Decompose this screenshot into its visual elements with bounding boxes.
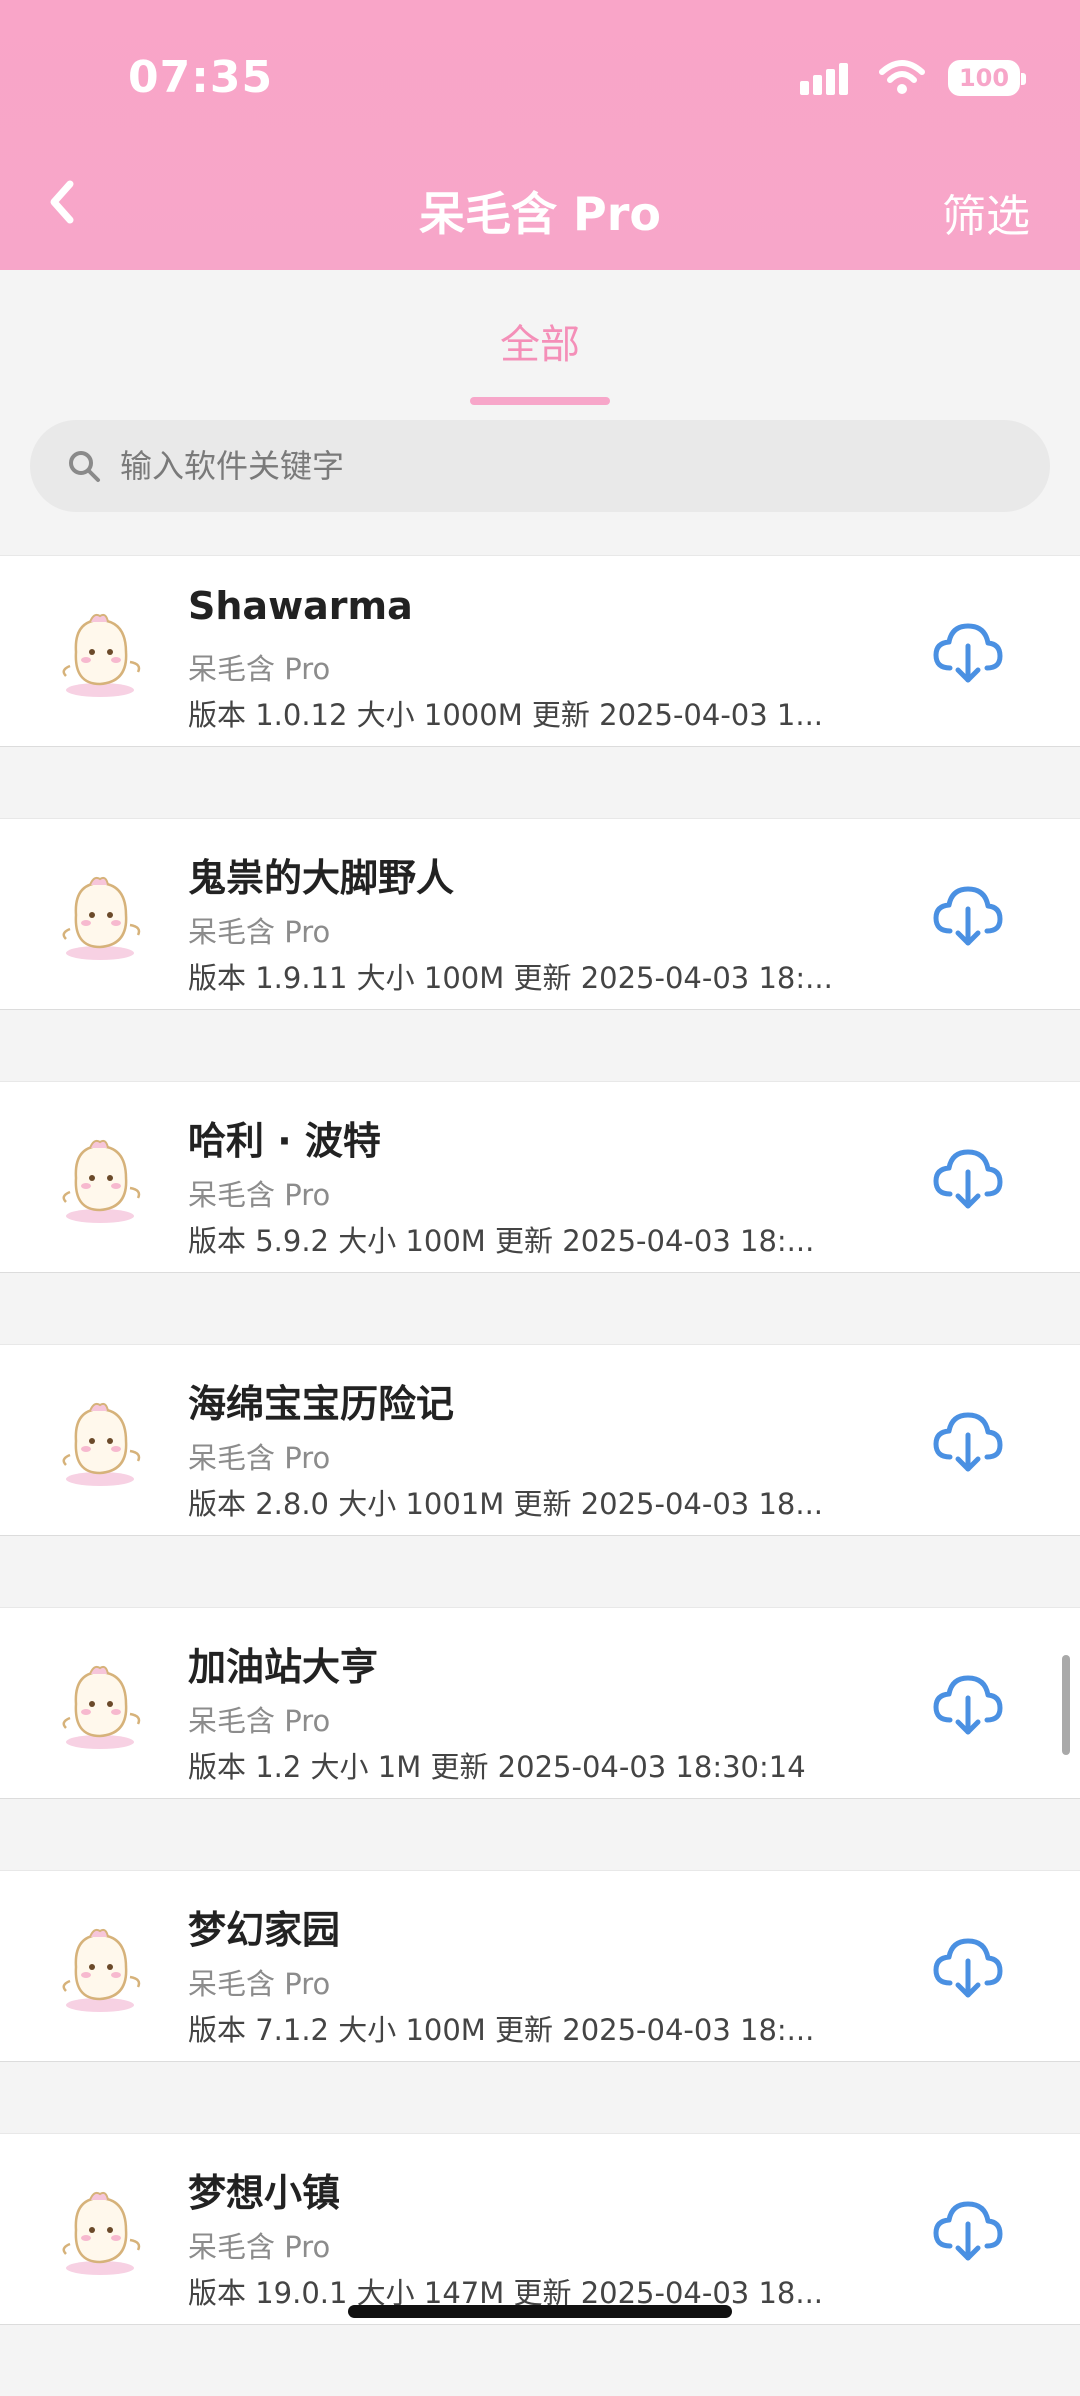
cloud-download-icon[interactable]	[930, 2192, 1006, 2268]
filter-button[interactable]: 筛选	[942, 180, 1030, 244]
page-title: 呆毛含 Pro	[418, 187, 662, 241]
app-mascot-icon	[62, 876, 141, 960]
app-meta: 版本 2.8.0 大小 1001M 更新 2025-04-03 18...	[188, 1487, 824, 1521]
list-item[interactable]: 梦想小镇 呆毛含 Pro 版本 19.0.1 大小 147M 更新 2025-0…	[0, 2133, 1080, 2325]
tab-all[interactable]: 全部	[470, 312, 610, 370]
list-item[interactable]: 加油站大亨 呆毛含 Pro 版本 1.2 大小 1M 更新 2025-04-03…	[0, 1607, 1080, 1799]
app-name: 加油站大亨	[188, 1645, 379, 1689]
cloud-download-icon[interactable]	[930, 614, 1006, 690]
tab-bar: 全部	[0, 270, 1080, 412]
app-meta: 版本 1.9.11 大小 100M 更新 2025-04-03 18:...	[188, 961, 833, 995]
app-name: Shawarma	[188, 584, 413, 628]
app-developer: 呆毛含 Pro	[188, 1178, 331, 1212]
app-mascot-icon	[62, 1139, 141, 1223]
battery-level: 100	[958, 64, 1010, 92]
app-mascot-icon	[62, 2191, 141, 2275]
cloud-download-icon[interactable]	[930, 1929, 1006, 2005]
list-item[interactable]: Shawarma 呆毛含 Pro 版本 1.0.12 大小 1000M 更新 2…	[0, 555, 1080, 747]
app-meta: 版本 1.0.12 大小 1000M 更新 2025-04-03 1...	[188, 698, 824, 732]
app-meta: 版本 7.1.2 大小 100M 更新 2025-04-03 18:...	[188, 2013, 815, 2047]
cloud-download-icon[interactable]	[930, 877, 1006, 953]
app-developer: 呆毛含 Pro	[188, 1967, 331, 2001]
cloud-download-icon[interactable]	[930, 1403, 1006, 1479]
app-developer: 呆毛含 Pro	[188, 2230, 331, 2264]
list-item[interactable]: 鬼祟的大脚野人 呆毛含 Pro 版本 1.9.11 大小 100M 更新 202…	[0, 818, 1080, 1010]
app-mascot-icon	[62, 613, 141, 697]
search-icon	[69, 451, 100, 482]
scrollbar[interactable]	[1062, 1655, 1070, 1755]
app-name: 海绵宝宝历险记	[188, 1382, 455, 1426]
app-name: 哈利 · 波特	[188, 1119, 381, 1163]
home-indicator[interactable]	[348, 2305, 732, 2318]
list-item[interactable]: 哈利 · 波特 呆毛含 Pro 版本 5.9.2 大小 100M 更新 2025…	[0, 1081, 1080, 1273]
cloud-download-icon[interactable]	[930, 1666, 1006, 1742]
app-mascot-icon	[62, 1928, 141, 2012]
status-time: 07:35	[128, 52, 274, 103]
battery-icon: 100	[948, 60, 1026, 96]
app-list: Shawarma 呆毛含 Pro 版本 1.0.12 大小 1000M 更新 2…	[0, 555, 1080, 2396]
status-icons: 100	[800, 56, 1026, 100]
app-header: 07:35 100 呆毛含 Pro 筛选	[0, 0, 1080, 270]
app-name: 梦幻家园	[188, 1908, 341, 1952]
app-developer: 呆毛含 Pro	[188, 652, 331, 686]
cellular-signal-icon	[800, 61, 856, 95]
cloud-download-icon[interactable]	[930, 1140, 1006, 1216]
app-mascot-icon	[62, 1665, 141, 1749]
app-meta: 版本 5.9.2 大小 100M 更新 2025-04-03 18:...	[188, 1224, 815, 1258]
app-mascot-icon	[62, 1402, 141, 1486]
search-bar[interactable]	[30, 420, 1050, 512]
wifi-icon	[878, 60, 926, 96]
app-developer: 呆毛含 Pro	[188, 915, 331, 949]
list-item[interactable]: 海绵宝宝历险记 呆毛含 Pro 版本 2.8.0 大小 1001M 更新 202…	[0, 1344, 1080, 1536]
app-developer: 呆毛含 Pro	[188, 1704, 331, 1738]
app-developer: 呆毛含 Pro	[188, 1441, 331, 1475]
app-meta: 版本 1.2 大小 1M 更新 2025-04-03 18:30:14	[188, 1750, 806, 1784]
app-name: 梦想小镇	[188, 2171, 341, 2215]
tab-active-indicator	[470, 397, 610, 405]
search-input[interactable]	[118, 446, 922, 486]
app-name: 鬼祟的大脚野人	[188, 856, 455, 900]
list-item[interactable]: 梦幻家园 呆毛含 Pro 版本 7.1.2 大小 100M 更新 2025-04…	[0, 1870, 1080, 2062]
